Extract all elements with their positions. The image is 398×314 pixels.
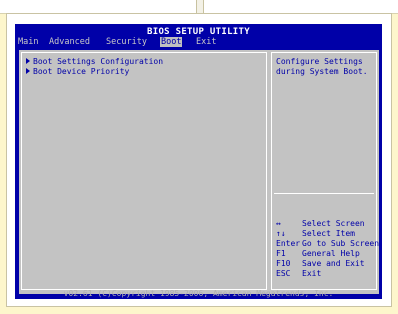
main-panel: Boot Settings Configuration Boot Device … <box>19 50 379 294</box>
key-desc: Go to Sub Screen <box>302 239 380 248</box>
key-desc: General Help <box>302 249 360 258</box>
submenu-arrow-icon <box>26 68 30 74</box>
boot-settings-configuration-item[interactable]: Boot Settings Configuration <box>26 57 163 66</box>
menu-main[interactable]: Main <box>17 37 39 47</box>
menu-advanced[interactable]: Advanced <box>48 37 91 47</box>
help-divider <box>274 193 374 194</box>
help-text: Configure Settings during System Boot. <box>276 57 368 76</box>
key-label: Enter <box>276 239 301 248</box>
up-down-arrow-icon: ↑↓ <box>276 229 286 238</box>
key-desc: Exit <box>302 269 322 278</box>
top-bar <box>0 0 398 14</box>
menu-bar: Main Advanced Security Boot Exit <box>15 37 382 48</box>
item-label: Boot Device Priority <box>33 67 130 76</box>
submenu-arrow-icon <box>26 58 30 64</box>
bios-screen: BIOS SETUP UTILITY Main Advanced Securit… <box>15 24 382 299</box>
options-pane: Boot Settings Configuration Boot Device … <box>21 52 267 290</box>
key-desc: Select Item <box>302 229 355 238</box>
item-label: Boot Settings Configuration <box>33 57 164 66</box>
key-row: ↔ Select Screen <box>276 219 376 229</box>
menu-boot[interactable]: Boot <box>160 37 183 47</box>
top-bar-notch <box>196 0 204 13</box>
key-row: Enter Go to Sub Screen <box>276 239 380 249</box>
copyright-footer: v02.61 (C)Copyright 1985-2006, American … <box>63 289 334 298</box>
key-row: F1 General Help <box>276 249 376 259</box>
bios-title: BIOS SETUP UTILITY <box>147 27 250 37</box>
key-row: ↑↓ Select Item <box>276 229 376 239</box>
key-legend: ↔ Select Screen ↑↓ Select Item Enter Go to … <box>276 219 380 279</box>
key-label: F1 <box>276 249 286 258</box>
menu-security[interactable]: Security <box>105 37 148 47</box>
menu-exit[interactable]: Exit <box>195 37 217 47</box>
boot-device-priority-item[interactable]: Boot Device Priority <box>26 67 129 76</box>
key-label: F10 <box>276 259 291 268</box>
help-pane: Configure Settings during System Boot. ↔… <box>271 52 380 290</box>
key-row: ESC Exit <box>276 269 376 279</box>
key-label: ESC <box>276 269 291 278</box>
key-desc: Save and Exit <box>302 259 365 268</box>
key-row: F10 Save and Exit <box>276 259 376 269</box>
left-right-arrow-icon: ↔ <box>276 219 281 228</box>
key-desc: Select Screen <box>302 219 365 228</box>
